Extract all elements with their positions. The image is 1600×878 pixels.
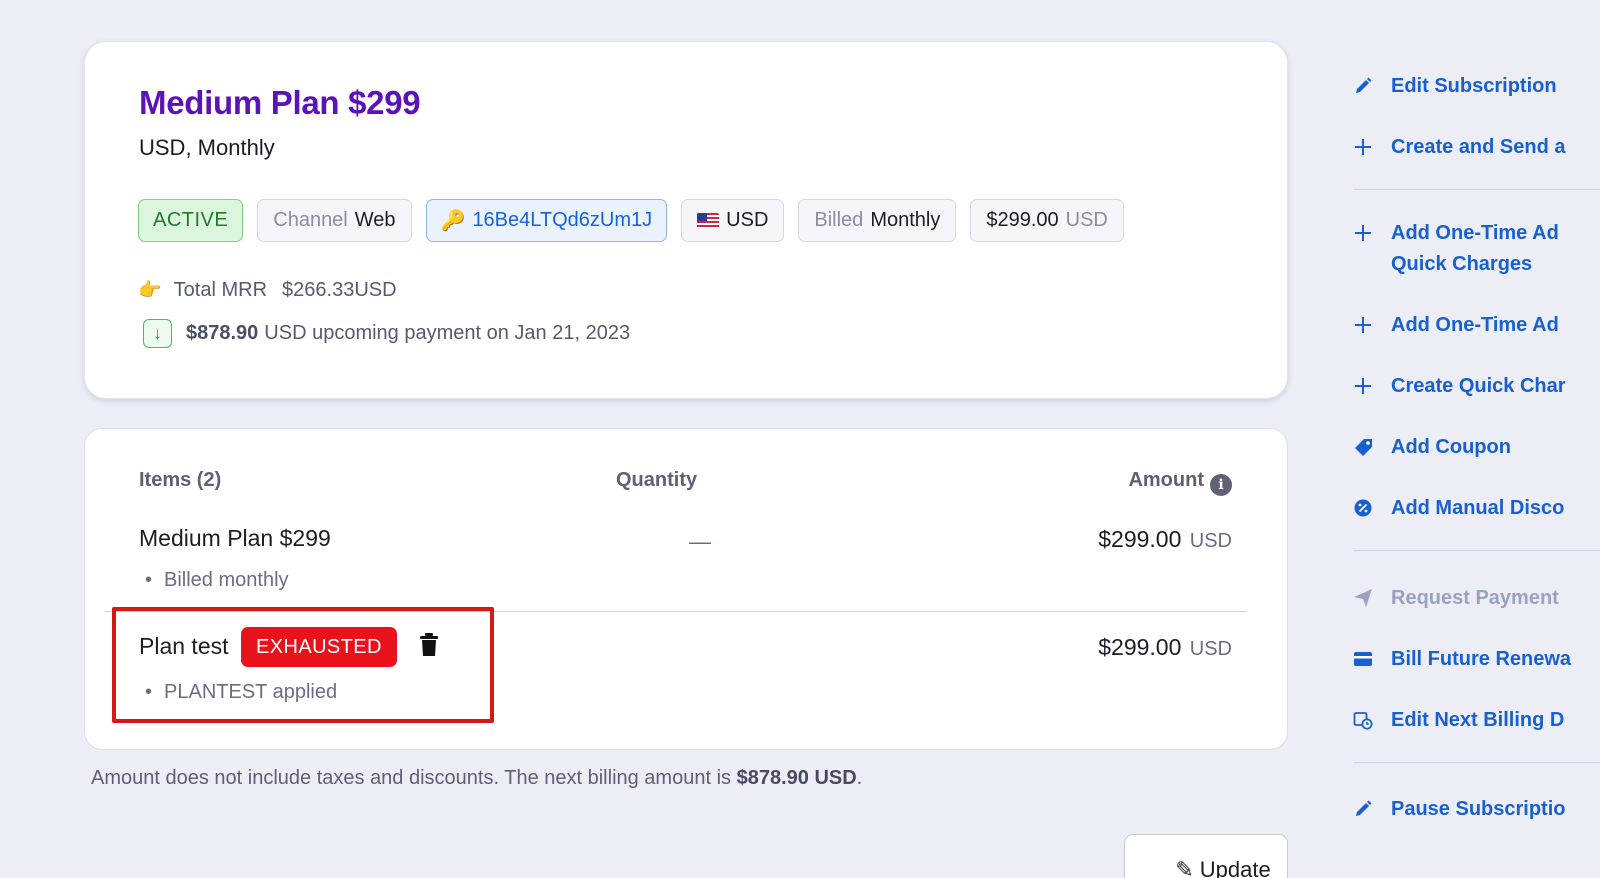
item-amount: $299.00 USD xyxy=(1098,634,1232,661)
action-label: Add One-Time Ad xyxy=(1391,314,1559,336)
action-label: Pause Subscriptio xyxy=(1391,798,1566,820)
plan-subtitle: USD, Monthly xyxy=(139,135,275,160)
plus-icon xyxy=(1352,136,1374,157)
upcoming-payment-row: ↓ $878.90 USD upcoming payment on Jan 21… xyxy=(143,319,630,348)
discount-badge-icon xyxy=(1352,497,1374,518)
plan-summary-card: Medium Plan $299 USD, Monthly ACTIVE Cha… xyxy=(84,41,1288,399)
billing-period-chip: Billed Monthly xyxy=(798,199,957,242)
add-one-time-addon-quick-charges-action[interactable]: Add One-Time Ad Quick Charges xyxy=(1352,222,1559,280)
credit-card-icon xyxy=(1352,648,1374,669)
subscription-id-chip[interactable]: 🔑 16Be4LTQd6zUm1J xyxy=(425,199,668,242)
action-label: Add Coupon xyxy=(1391,436,1511,458)
pencil-icon xyxy=(1352,75,1374,96)
pointing-hand-icon: 👉 xyxy=(138,280,162,301)
price-value: $299.00 xyxy=(986,209,1059,231)
request-payment-action[interactable]: Request Payment xyxy=(1352,587,1559,610)
plus-icon xyxy=(1352,222,1374,243)
billed-label: Billed xyxy=(814,209,864,231)
item-amount-value: $299.00 xyxy=(1098,526,1182,552)
mrr-label: Total MRR xyxy=(173,278,268,301)
quantity-header: Quantity xyxy=(616,469,698,491)
calendar-clock-icon xyxy=(1352,709,1374,730)
action-label: Edit Subscription xyxy=(1391,75,1557,97)
edit-subscription-action[interactable]: Edit Subscription xyxy=(1352,75,1557,98)
item-amount: $299.00 USD xyxy=(1098,526,1232,553)
subscription-id: 16Be4LTQd6zUm1J xyxy=(472,209,653,231)
price-chip: $299.00 USD xyxy=(970,199,1124,242)
action-label: Add One-Time Ad xyxy=(1391,222,1559,244)
sidebar-divider xyxy=(1354,189,1600,190)
action-label: Create and Send a xyxy=(1391,136,1566,158)
item-quantity: — xyxy=(689,529,711,554)
plan-chips: ACTIVE Channel Web 🔑 16Be4LTQd6zUm1J USD… xyxy=(138,199,1124,242)
info-icon[interactable]: i xyxy=(1210,474,1232,496)
create-quick-charge-action[interactable]: Create Quick Char xyxy=(1352,375,1566,398)
update-button-label: Update xyxy=(1199,857,1271,878)
sidebar-divider xyxy=(1354,762,1600,763)
billed-value: Monthly xyxy=(870,209,941,231)
edit-next-billing-date-action[interactable]: Edit Next Billing D xyxy=(1352,709,1564,732)
currency-value: USD xyxy=(726,209,769,231)
channel-chip: Channel Web xyxy=(257,199,412,242)
footnote-end: . xyxy=(856,767,863,789)
amount-header-label: Amount xyxy=(1128,469,1204,491)
update-button[interactable]: ✎ Update xyxy=(1124,834,1288,878)
action-label: Add Manual Disco xyxy=(1391,497,1565,519)
footnote-text: Amount does not include taxes and discou… xyxy=(91,767,732,789)
add-coupon-action[interactable]: Add Coupon xyxy=(1352,436,1511,459)
plus-icon xyxy=(1352,375,1374,396)
upcoming-text: USD upcoming payment on Jan 21, 2023 xyxy=(264,322,631,344)
status-badge: ACTIVE xyxy=(138,199,244,242)
channel-value: Web xyxy=(354,209,396,231)
create-and-send-action[interactable]: Create and Send a xyxy=(1352,136,1566,159)
sidebar-divider xyxy=(1354,550,1600,551)
mrr-value: $266.33USD xyxy=(282,278,397,301)
amount-header: Amount i xyxy=(1128,469,1232,496)
plan-title: Medium Plan $299 xyxy=(139,84,421,121)
upcoming-amount: $878.90 xyxy=(186,322,259,344)
tag-icon xyxy=(1352,436,1374,457)
pencil-icon: ✎ xyxy=(1175,857,1194,878)
item-amount-value: $299.00 xyxy=(1098,634,1182,660)
items-header: Items (2) xyxy=(139,469,222,491)
pause-subscription-action[interactable]: Pause Subscriptio xyxy=(1352,798,1566,821)
action-label: Edit Next Billing D xyxy=(1391,709,1565,731)
action-label: Request Payment xyxy=(1391,587,1559,609)
highlight-box xyxy=(112,607,494,723)
billing-footnote: Amount does not include taxes and discou… xyxy=(91,767,862,790)
item-amount-currency: USD xyxy=(1189,530,1232,552)
action-label-line2: Quick Charges xyxy=(1391,253,1533,275)
us-flag-icon xyxy=(697,213,720,228)
item-detail: Billed monthly xyxy=(145,569,289,592)
download-arrow-icon: ↓ xyxy=(143,319,172,348)
total-mrr-row: 👉 Total MRR $266.33USD xyxy=(138,278,397,302)
action-label: Create Quick Char xyxy=(1391,375,1566,397)
pencil-icon xyxy=(1352,798,1374,819)
send-icon xyxy=(1352,587,1374,608)
action-label: Bill Future Renewa xyxy=(1391,648,1572,670)
item-name: Medium Plan $299 xyxy=(139,525,331,551)
currency-chip: USD xyxy=(681,199,785,242)
bill-future-renewal-action[interactable]: Bill Future Renewa xyxy=(1352,648,1571,671)
add-one-time-addon-action[interactable]: Add One-Time Ad xyxy=(1352,314,1559,337)
plus-icon xyxy=(1352,314,1374,335)
add-manual-discount-action[interactable]: Add Manual Disco xyxy=(1352,497,1564,520)
price-currency: USD xyxy=(1065,209,1108,231)
footnote-amount: $878.90 USD xyxy=(736,767,857,789)
item-amount-currency: USD xyxy=(1189,638,1232,660)
key-icon: 🔑 xyxy=(440,210,466,232)
channel-label: Channel xyxy=(273,209,348,231)
